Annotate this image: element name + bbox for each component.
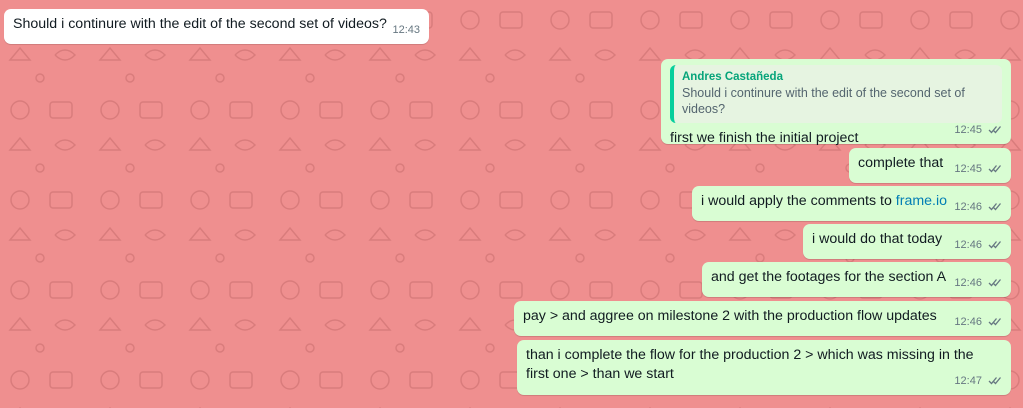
message-outgoing[interactable]: and get the footages for the section A 1… [702, 262, 1011, 297]
message-time: 12:46 [954, 239, 982, 251]
message-text: i would apply the comments to [701, 193, 896, 209]
message-outgoing[interactable]: i would do that today 12:46 [803, 224, 1011, 259]
double-check-icon [988, 279, 1001, 287]
message-time-status: 12:45 [954, 160, 1002, 179]
message-text: and get the footages for the section A [711, 269, 947, 285]
message-outgoing[interactable]: i would apply the comments to frame.io 1… [692, 186, 1011, 221]
double-check-icon [988, 241, 1001, 249]
message-time: 12:46 [954, 277, 982, 289]
message-text: first we finish the initial project [670, 130, 859, 146]
message-time-status: 12:46 [954, 274, 1002, 293]
message-time: 12:46 [954, 316, 982, 328]
message-outgoing[interactable]: than i complete the flow for the product… [517, 340, 1011, 395]
message-text: pay > and aggree on milestone 2 with the… [523, 308, 937, 324]
message-outgoing[interactable]: pay > and aggree on milestone 2 with the… [514, 301, 1011, 336]
message-time: 12:43 [392, 24, 420, 36]
message-time: 12:45 [954, 163, 982, 175]
message-text: than i complete the flow for the product… [526, 347, 974, 382]
message-time-status: 12:46 [954, 236, 1002, 255]
message-time-status: 12:47 [954, 372, 1002, 391]
message-incoming[interactable]: Should i continure with the edit of the … [4, 9, 429, 44]
message-time-status: 12:46 [954, 198, 1002, 217]
quoted-author: Andres Castañeda [682, 71, 783, 83]
double-check-icon [988, 203, 1001, 211]
quoted-message[interactable]: Andres Castañeda Should i continure with… [670, 65, 1002, 123]
message-text: complete that [858, 155, 944, 171]
message-time: 12:47 [954, 375, 982, 387]
message-time: 12:45 [954, 124, 982, 136]
quoted-text: Should i continure with the edit of the … [682, 86, 965, 116]
message-outgoing-reply[interactable]: Andres Castañeda Should i continure with… [661, 59, 1011, 146]
message-link[interactable]: frame.io [896, 193, 947, 209]
message-time: 12:46 [954, 201, 982, 213]
message-text: Should i continure with the edit of the … [13, 16, 387, 32]
double-check-icon [988, 126, 1001, 134]
double-check-icon [988, 318, 1001, 326]
message-outgoing[interactable]: complete that 12:45 [849, 148, 1011, 183]
double-check-icon [988, 377, 1001, 385]
message-time-status: 12:45 [954, 121, 1002, 140]
message-text: i would do that today [812, 231, 943, 247]
message-time-status: 12:46 [954, 313, 1002, 332]
double-check-icon [988, 165, 1001, 173]
